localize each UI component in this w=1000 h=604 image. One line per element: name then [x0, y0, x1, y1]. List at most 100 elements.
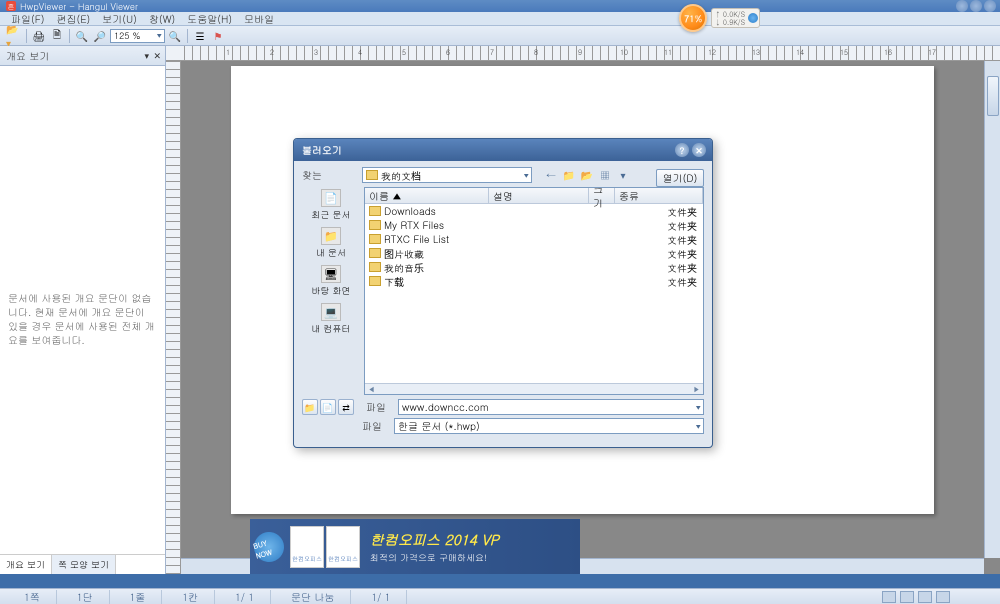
file-name: My RTX Files — [384, 218, 490, 232]
folder-icon — [369, 248, 381, 258]
col-size[interactable]: 크기 — [589, 188, 615, 203]
file-list-header: 이름 ▲ 설명 크기 종류 — [365, 188, 703, 204]
file-row[interactable]: 下载 文件夹 — [365, 274, 703, 288]
toolbar: 📂▾ 🖨 🗎 🔍 🔎 125 % 🔍 ☰ ⚑ — [0, 26, 1000, 46]
zoom-out-icon[interactable]: 🔍 — [74, 28, 90, 44]
sidebar-title: 개요 보기 ▾ ✕ — [0, 46, 165, 66]
lookin-combo[interactable]: 我的文档 — [362, 167, 532, 183]
ad-box-1: 한컴오피스 — [290, 526, 324, 568]
places-bar: 📄최근 문서 📁내 문서 🖥바탕 화면 💻내 컴퓨터 — [302, 187, 360, 395]
views-dd-icon[interactable]: ▾ — [616, 168, 630, 182]
ad-banner[interactable]: BUY NOW 한컴오피스 한컴오피스 한컴오피스 2014 VP 최적의 가격… — [250, 519, 580, 574]
network-stats[interactable]: ↑ 0.0K/S ↓ 0.9K/S — [711, 8, 760, 29]
zoom-combo[interactable]: 125 % — [110, 29, 165, 43]
filetype-combo[interactable]: 한글 문서 (*.hwp) — [394, 418, 704, 434]
file-name: 下载 — [384, 274, 490, 289]
sidebar-close-icon[interactable]: ✕ — [153, 49, 161, 62]
file-row[interactable]: RTXC File List文件夹 — [365, 232, 703, 246]
menu-help[interactable]: 도움말(H) — [182, 12, 237, 26]
file-list-hscroll[interactable] — [365, 383, 703, 394]
status-line: 1줄 — [114, 590, 163, 604]
back-icon[interactable]: ← — [544, 168, 558, 182]
file-type: 文件夹 — [667, 204, 703, 219]
col-name[interactable]: 이름 ▲ — [365, 188, 489, 203]
file-name: RTXC File List — [384, 232, 490, 246]
app-icon: 흔 — [6, 1, 16, 11]
file-row[interactable]: 我的音乐文件夹 — [365, 260, 703, 274]
file-type: 文件夹 — [667, 260, 703, 275]
search-icon[interactable]: 🔍 — [167, 28, 183, 44]
computer-icon: 💻 — [321, 303, 341, 321]
network-notification: 71% ↑ 0.0K/S ↓ 0.9K/S — [679, 4, 760, 32]
open-button[interactable]: 열기(D) — [656, 169, 704, 187]
folder-icon — [369, 206, 381, 216]
view-btn-1[interactable]: 📁 — [302, 399, 318, 415]
docs-icon: 📄 — [321, 189, 341, 207]
ad-box-2: 한컴오피스 — [326, 526, 360, 568]
tool-icon-2[interactable]: ⚑ — [210, 28, 226, 44]
status-btn-3[interactable] — [918, 591, 932, 603]
mydocs-icon: 📁 — [321, 227, 341, 245]
dialog-close-icon[interactable]: ✕ — [692, 143, 706, 157]
status-col: 1칸 — [166, 590, 215, 604]
place-desktop[interactable]: 🖥바탕 화면 — [302, 263, 360, 299]
view-btn-3[interactable]: ⇄ — [338, 399, 354, 415]
folder-icon — [369, 220, 381, 230]
file-row[interactable]: 图片收藏文件夹 — [365, 246, 703, 260]
status-btn-4[interactable] — [936, 591, 950, 603]
percent-badge[interactable]: 71% — [679, 4, 707, 32]
views-icon[interactable]: ▦ — [598, 168, 612, 182]
status-bar: 1쪽 1단 1줄 1칸 1/ 1 문단 나눔 1/ 1 — [0, 588, 1000, 604]
folder-icon — [369, 234, 381, 244]
menu-edit[interactable]: 편집(E) — [51, 12, 95, 26]
view-btn-2[interactable]: 📄 — [320, 399, 336, 415]
menu-window[interactable]: 창(W) — [144, 12, 180, 26]
place-computer[interactable]: 💻내 컴퓨터 — [302, 301, 360, 337]
folder-icon — [369, 276, 381, 286]
filetype-label: 파일 — [362, 419, 388, 433]
ruler-vertical[interactable] — [166, 61, 181, 574]
ad-subtitle: 최적의 가격으로 구매하세요! — [370, 551, 499, 564]
tool-icon-1[interactable]: ☰ — [192, 28, 208, 44]
menu-bar: 파일(F) 편집(E) 보기(U) 창(W) 도움말(H) 모바일 — [0, 12, 1000, 26]
newfolder-icon[interactable]: 📂 — [580, 168, 594, 182]
ruler-horizontal[interactable]: 1234567891011121314151617 — [166, 46, 1000, 61]
sidebar: 개요 보기 ▾ ✕ 문서에 사용된 개요 문단이 없습니다. 현재 문서에 개요… — [0, 46, 166, 574]
file-type: 文件夹 — [667, 274, 703, 289]
filename-label: 파일 — [366, 400, 392, 414]
place-mydocs[interactable]: 📁내 문서 — [302, 225, 360, 261]
menu-view[interactable]: 보기(U) — [97, 12, 142, 26]
tab-outline[interactable]: 개요 보기 — [0, 555, 52, 574]
sidebar-body: 문서에 사용된 개요 문단이 없습니다. 현재 문서에 개요 문단이 있을 경우… — [0, 66, 165, 554]
filename-input[interactable]: www.downcc.com — [398, 399, 704, 415]
sidebar-tabs: 개요 보기 쪽 모양 보기 — [0, 554, 165, 574]
open-icon[interactable]: 📂▾ — [6, 28, 22, 44]
desktop-icon: 🖥 — [321, 265, 341, 283]
file-row[interactable]: Downloads文件夹 — [365, 204, 703, 218]
menu-mobile[interactable]: 모바일 — [239, 12, 279, 26]
status-ins1: 1/ 1 — [219, 590, 271, 604]
status-btn-1[interactable] — [882, 591, 896, 603]
close-button[interactable] — [984, 0, 996, 12]
file-type: 文件夹 — [667, 246, 703, 261]
col-type[interactable]: 종류 — [615, 188, 703, 203]
ad-title: 한컴오피스 2014 VP — [370, 529, 499, 549]
tab-page-shape[interactable]: 쪽 모양 보기 — [52, 555, 116, 574]
status-btn-2[interactable] — [900, 591, 914, 603]
print-icon[interactable]: 🖨 — [31, 28, 47, 44]
dialog-help-icon[interactable]: ? — [675, 143, 689, 157]
sidebar-dropdown-icon[interactable]: ▾ — [144, 49, 149, 62]
col-desc[interactable]: 설명 — [489, 188, 589, 203]
sidebar-message: 문서에 사용된 개요 문단이 없습니다. 현재 문서에 개요 문단이 있을 경우… — [8, 291, 157, 347]
file-row[interactable]: My RTX Files文件夹 — [365, 218, 703, 232]
preview-icon[interactable]: 🗎 — [49, 28, 65, 44]
buy-now-badge: BUY NOW — [251, 528, 288, 565]
place-recent[interactable]: 📄최근 문서 — [302, 187, 360, 223]
scrollbar-vertical[interactable] — [984, 61, 1000, 558]
up-icon[interactable]: 📁 — [562, 168, 576, 182]
status-ins2: 문단 나눔 — [275, 590, 351, 604]
maximize-button[interactable] — [970, 0, 982, 12]
zoom-in-icon[interactable]: 🔎 — [92, 28, 108, 44]
minimize-button[interactable] — [956, 0, 968, 12]
file-list[interactable]: 이름 ▲ 설명 크기 종류 Downloads文件夹My RTX Files文件… — [364, 187, 704, 395]
